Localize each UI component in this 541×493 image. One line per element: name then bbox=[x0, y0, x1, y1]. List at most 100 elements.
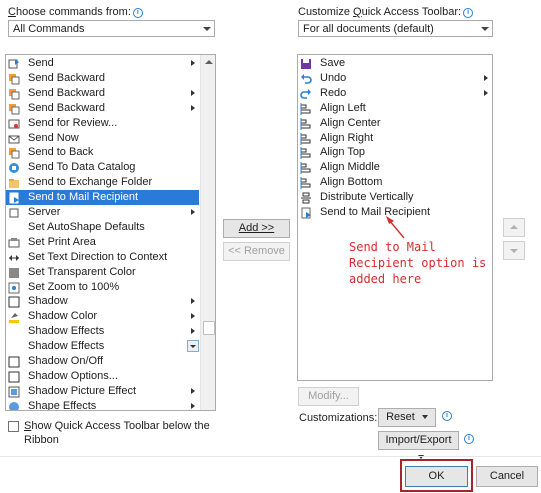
save-icon bbox=[300, 58, 312, 70]
move-up-button[interactable] bbox=[503, 218, 525, 237]
command-item[interactable]: Set Text Direction to Context bbox=[6, 250, 199, 265]
command-item[interactable]: Send bbox=[6, 56, 199, 71]
send-backward-icon bbox=[8, 103, 20, 115]
import-export-button[interactable]: Import/Export bbox=[378, 431, 459, 459]
toolbar-command-item-label: Undo bbox=[320, 71, 347, 84]
toolbar-command-item-label: Save bbox=[320, 57, 346, 69]
command-item-label: Send for Review... bbox=[28, 116, 118, 129]
commands-list[interactable]: Send Send Backward Send Backward Send Backw… bbox=[5, 54, 216, 411]
chevron-right-icon bbox=[191, 402, 195, 409]
command-item[interactable]: Shadow Color bbox=[6, 309, 199, 324]
command-item[interactable]: Shape Effects bbox=[6, 399, 199, 411]
toolbar-command-item[interactable]: Align Top bbox=[298, 145, 492, 160]
toolbar-command-item[interactable]: Align Middle bbox=[298, 160, 492, 175]
chevron-right-icon bbox=[191, 387, 195, 394]
command-item[interactable]: Send to Exchange Folder bbox=[6, 175, 199, 190]
distribute-vertically-icon bbox=[300, 192, 312, 204]
info-icon[interactable]: i bbox=[442, 411, 452, 421]
ok-button[interactable]: OK bbox=[405, 466, 468, 487]
toolbar-command-item-label: Align Top bbox=[320, 146, 366, 159]
exchange-folder-icon bbox=[8, 177, 20, 189]
chevron-right-icon bbox=[191, 298, 195, 305]
chevron-right-icon bbox=[191, 89, 195, 96]
customize-toolbar-value: For all documents (default) bbox=[303, 23, 434, 35]
command-item[interactable]: Send to Back bbox=[6, 145, 199, 160]
command-item[interactable]: Set AutoShape Defaults bbox=[6, 220, 199, 235]
align-right-icon bbox=[300, 132, 312, 145]
command-item[interactable]: Shadow bbox=[6, 294, 199, 309]
send-icon bbox=[8, 58, 20, 70]
reset-button[interactable]: Reset bbox=[378, 408, 436, 427]
command-item[interactable]: Send Backward bbox=[6, 71, 199, 86]
toolbar-command-item-label: Align Right bbox=[320, 131, 374, 144]
command-item-label: Shadow Effects bbox=[28, 340, 105, 353]
choose-commands-dropdown[interactable]: All Commands bbox=[8, 20, 215, 37]
command-item[interactable]: Send To Data Catalog bbox=[6, 160, 199, 175]
command-item[interactable]: Shadow Options... bbox=[6, 369, 199, 384]
command-item[interactable]: Send to Mail Recipient bbox=[6, 190, 199, 206]
footer-divider bbox=[0, 456, 541, 457]
show-below-ribbon-checkbox[interactable] bbox=[8, 421, 19, 432]
toolbar-command-item[interactable]: Save bbox=[298, 56, 492, 71]
choose-commands-value: All Commands bbox=[13, 23, 85, 35]
command-item-label: Set Zoom to 100% bbox=[28, 280, 120, 293]
info-icon[interactable]: i bbox=[464, 434, 474, 444]
commands-scrollbar[interactable] bbox=[187, 55, 215, 410]
remove-button[interactable]: << Remove bbox=[223, 242, 290, 261]
text-direction-icon bbox=[8, 252, 20, 264]
command-item[interactable]: Send Backward bbox=[6, 86, 199, 101]
move-down-button[interactable] bbox=[503, 241, 525, 260]
command-item[interactable]: Set Transparent Color bbox=[6, 265, 199, 280]
info-icon[interactable]: i bbox=[463, 8, 474, 18]
shape-effects-icon bbox=[8, 401, 20, 410]
toolbar-command-item[interactable]: Align Bottom bbox=[298, 175, 492, 190]
align-middle-icon bbox=[300, 162, 312, 175]
command-item-label: Set Print Area bbox=[28, 235, 96, 248]
command-item[interactable]: Shadow Effects bbox=[6, 339, 199, 354]
command-item[interactable]: Send Now bbox=[6, 131, 199, 146]
command-item-label: Send to Mail Recipient bbox=[28, 191, 139, 204]
customize-toolbar-dropdown[interactable]: For all documents (default) bbox=[298, 20, 493, 37]
toolbar-command-item-label: Align Left bbox=[320, 101, 366, 114]
move-up-icon bbox=[510, 225, 518, 229]
toolbar-command-item-label: Align Middle bbox=[320, 161, 380, 174]
command-item[interactable]: Send Backward bbox=[6, 101, 199, 116]
command-item[interactable]: Server bbox=[6, 205, 199, 220]
toolbar-command-item[interactable]: Align Right bbox=[298, 131, 492, 146]
commands-list-rows: Send Send Backward Send Backward Send Backw… bbox=[6, 56, 199, 411]
command-item[interactable]: Send for Review... bbox=[6, 116, 199, 131]
scroll-thumb[interactable] bbox=[203, 321, 215, 335]
command-item-label: Shape Effects bbox=[28, 399, 97, 411]
chevron-right-icon bbox=[191, 60, 195, 66]
command-item[interactable]: Shadow On/Off bbox=[6, 354, 199, 369]
command-item[interactable]: Set Zoom to 100% bbox=[6, 280, 199, 295]
command-item-label: Shadow Color bbox=[28, 310, 98, 323]
dropdown-button[interactable] bbox=[187, 340, 199, 352]
show-below-ribbon-label[interactable]: Show Quick Access Toolbar below the bbox=[24, 419, 210, 433]
shadow-onoff-icon bbox=[8, 356, 20, 368]
toolbar-command-item[interactable]: Align Center bbox=[298, 116, 492, 131]
command-item[interactable]: Shadow Picture Effect bbox=[6, 384, 199, 399]
command-item-label: Set Transparent Color bbox=[28, 265, 136, 278]
toolbar-command-item[interactable]: Redo bbox=[298, 86, 492, 101]
toolbar-command-item[interactable]: Distribute Vertically bbox=[298, 190, 492, 205]
cancel-button[interactable]: Cancel bbox=[476, 466, 538, 487]
command-item[interactable]: Set Print Area bbox=[6, 235, 199, 250]
info-icon[interactable]: i bbox=[132, 8, 143, 18]
annotation-arrow bbox=[386, 216, 405, 239]
modify-button[interactable]: Modify... bbox=[298, 387, 359, 406]
command-item-label: Set Text Direction to Context bbox=[28, 250, 168, 263]
toolbar-command-item[interactable]: Align Left bbox=[298, 101, 492, 116]
toolbar-command-item-label: Send to Mail Recipient bbox=[320, 206, 431, 218]
toolbar-command-item[interactable]: Undo bbox=[298, 71, 492, 86]
chevron-right-icon bbox=[191, 328, 195, 335]
send-review-icon bbox=[8, 118, 20, 130]
show-below-ribbon-label-line2: Ribbon bbox=[24, 434, 59, 446]
annotation-text: Send to Mail Recipient option is added h… bbox=[349, 240, 487, 286]
scroll-up-icon[interactable] bbox=[205, 60, 213, 64]
command-item-label: Send To Data Catalog bbox=[28, 161, 136, 174]
command-item[interactable]: Shadow Effects bbox=[6, 324, 199, 339]
send-to-back-icon bbox=[8, 147, 20, 159]
toolbar-command-item-label: Distribute Vertically bbox=[320, 191, 414, 204]
add-button[interactable]: Add >> bbox=[223, 219, 290, 238]
